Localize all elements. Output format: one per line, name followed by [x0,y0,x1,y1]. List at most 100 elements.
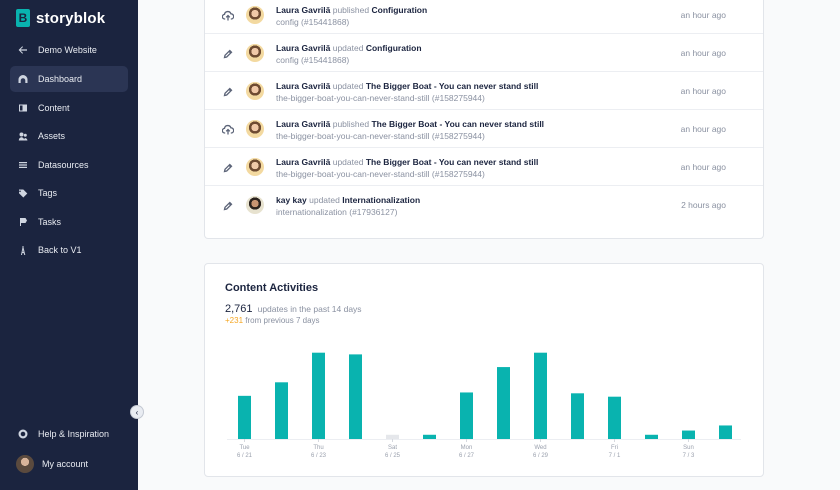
chart-bar[interactable] [682,430,695,439]
x-tick-day-label: Sun [683,445,694,451]
datasources-icon [18,160,28,170]
dashboard-main: Laura Gavrilă published Configuration co… [138,0,840,490]
activity-time: an hour ago [680,124,726,134]
dashboard-icon [18,74,28,84]
arrow-left-icon [18,45,28,55]
sidebar-item-label: Content [38,103,70,113]
chart-bar[interactable] [460,392,473,439]
x-tick-day-label: Tue [239,445,250,451]
chart-bar[interactable] [719,425,732,439]
storyblok-logo-icon: B [16,9,30,27]
activity-user: Laura Gavrilă [276,5,331,15]
lifebuoy-icon [18,429,28,439]
activity-action: updated [332,157,364,167]
chart-bar[interactable] [349,354,362,439]
sidebar-item-content[interactable]: Content [10,95,128,121]
upload-icon [221,124,235,136]
activity-row[interactable]: Laura Gavrilă published The Bigger Boat … [205,110,763,148]
activity-summary: Laura Gavrilă updated The Bigger Boat - … [276,157,538,167]
activity-target[interactable]: Internationalization [342,195,420,205]
activity-row[interactable]: Laura Gavrilă published Configuration co… [205,0,763,34]
activity-action: updated [332,43,364,53]
pencil-icon [222,86,234,98]
storyblok-logo[interactable]: B storyblok [16,9,105,27]
sidebar-item-tags[interactable]: Tags [10,180,128,206]
activity-time: an hour ago [680,48,726,58]
chart-bar[interactable] [238,395,251,439]
pencil-icon [222,200,234,212]
activity-time: 2 hours ago [681,200,726,210]
activity-row[interactable]: Laura Gavrilă updated The Bigger Boat - … [205,72,763,110]
activity-user: Laura Gavrilă [276,81,331,91]
chart-bar[interactable] [497,367,510,439]
sidebar-item-label: Tags [38,188,58,198]
account-avatar [16,455,34,473]
chart-bar[interactable] [534,352,547,439]
sidebar-item-dashboard[interactable]: Dashboard [10,66,128,92]
activity-target[interactable]: The Bigger Boat - You can never stand st… [366,81,539,91]
activity-summary: Laura Gavrilă published The Bigger Boat … [276,119,544,129]
activity-row[interactable]: kay kay updated Internationalization int… [205,186,763,224]
activity-detail: internationalization (#17936127) [276,207,398,217]
sidebar-item-label: Datasources [38,160,89,170]
activity-target[interactable]: The Bigger Boat - You can never stand st… [371,119,544,129]
content-icon [18,103,28,113]
chart-bar[interactable] [275,382,288,439]
tasks-icon [18,217,28,227]
activity-detail: the-bigger-boat-you-can-never-stand-stil… [276,169,485,179]
chart-bar[interactable] [386,434,399,439]
x-tick-date-label: 6 / 21 [237,453,253,459]
back-link-label: Demo Website [38,45,97,55]
content-activities-card: Content Activities 2,761 updates in the … [204,263,764,477]
x-tick-day-label: Sat [388,445,397,451]
collapse-sidebar-button[interactable]: ‹ [130,405,144,419]
chart-bar[interactable] [571,393,584,439]
x-tick-day-label: Wed [534,445,546,451]
user-avatar [246,120,264,138]
activity-time: an hour ago [680,86,726,96]
x-tick-date-label: 6 / 23 [311,453,327,459]
x-tick-day-label: Thu [313,445,323,451]
x-tick-date-label: 7 / 1 [609,453,621,459]
sidebar-item-label: Tasks [38,217,62,227]
activity-time: an hour ago [680,162,726,172]
sidebar-item-tasks[interactable]: Tasks [10,209,128,235]
activity-detail: config (#15441868) [276,17,350,27]
x-tick-date-label: 7 / 3 [683,453,695,459]
upload-icon [221,10,235,22]
activity-time: an hour ago [680,10,726,20]
sidebar-item-label: Assets [38,131,66,141]
chart-bar[interactable] [423,434,436,439]
sidebar-item-assets[interactable]: Assets [10,123,128,149]
sidebar-item-back-to-v1[interactable]: Back to V1 [10,237,128,263]
activity-target[interactable]: Configuration [366,43,422,53]
brand-name: storyblok [36,9,106,27]
chart-bar[interactable] [312,352,325,439]
activity-summary: Laura Gavrilă updated The Bigger Boat - … [276,81,538,91]
activity-target[interactable]: Configuration [371,5,427,15]
back-to-space-link[interactable]: Demo Website [10,37,128,63]
user-avatar [246,82,264,100]
chart-bar[interactable] [608,396,621,439]
x-tick-date-label: 6 / 25 [385,453,401,459]
activity-summary: Laura Gavrilă published Configuration [276,5,427,15]
my-account-link[interactable]: My account [10,451,128,477]
help-inspiration-link[interactable]: Help & Inspiration [10,421,128,447]
activity-action: updated [332,81,364,91]
activity-detail: the-bigger-boat-you-can-never-stand-stil… [276,131,485,141]
sidebar-item-datasources[interactable]: Datasources [10,152,128,178]
tag-icon [18,188,28,198]
tower-icon [18,245,28,255]
activity-target[interactable]: The Bigger Boat - You can never stand st… [366,157,539,167]
sidebar: B storyblok Demo Website Dashboard Conte… [0,0,138,490]
activity-user: kay kay [276,195,307,205]
pencil-icon [222,48,234,60]
activity-user: Laura Gavrilă [276,43,331,53]
activity-row[interactable]: Laura Gavrilă updated Configuration conf… [205,34,763,72]
activity-feed: Laura Gavrilă published Configuration co… [204,0,764,239]
activity-detail: config (#15441868) [276,55,350,65]
assets-icon [18,131,28,141]
activity-row[interactable]: Laura Gavrilă updated The Bigger Boat - … [205,148,763,186]
chart-bar[interactable] [645,434,658,439]
user-avatar [246,196,264,214]
